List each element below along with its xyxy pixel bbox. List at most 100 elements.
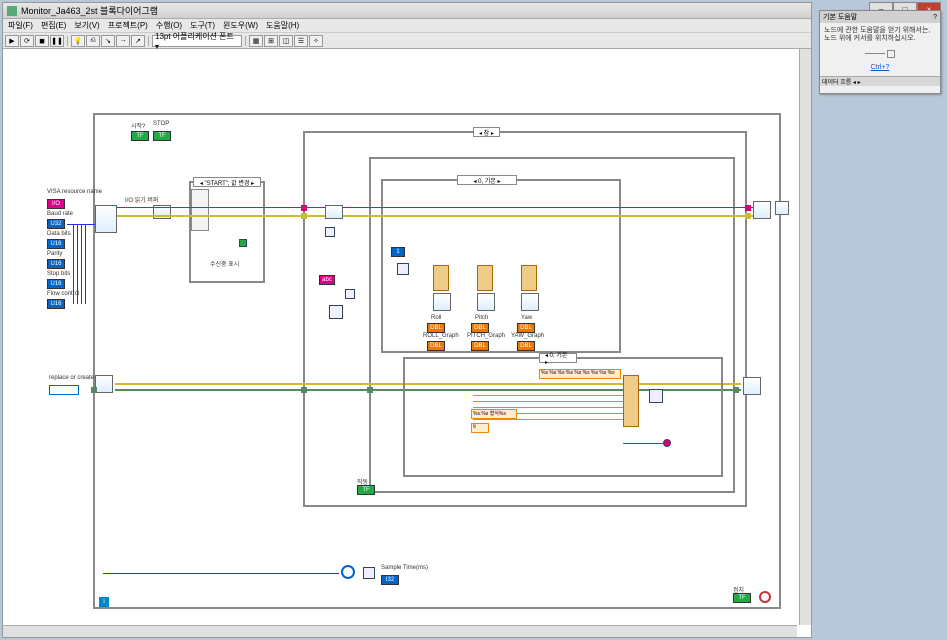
label-flow: Flow control bbox=[47, 291, 79, 297]
indicator-pitchg[interactable]: DBL bbox=[471, 341, 489, 351]
file-close-node[interactable] bbox=[743, 377, 761, 395]
feedback-node[interactable] bbox=[663, 439, 671, 447]
terminal-databits[interactable]: U16 bbox=[47, 239, 65, 249]
step-over-button[interactable]: → bbox=[116, 35, 130, 47]
write-text-node[interactable] bbox=[649, 389, 663, 403]
align-button[interactable]: ▦ bbox=[249, 35, 263, 47]
tunnel-5[interactable] bbox=[91, 387, 97, 393]
tunnel-4[interactable] bbox=[745, 213, 751, 219]
run-button[interactable]: ▶ bbox=[5, 35, 19, 47]
unbundle-node[interactable] bbox=[397, 263, 409, 275]
error-handler-node[interactable] bbox=[775, 201, 789, 215]
event-case-selector[interactable]: ◂ "START", 값 변경 ▸ bbox=[193, 177, 261, 187]
indicator-sampletime[interactable]: I32 bbox=[381, 575, 399, 585]
build-array-roll[interactable] bbox=[433, 293, 451, 311]
wait-ms-icon[interactable] bbox=[341, 565, 355, 579]
file-open-node[interactable] bbox=[95, 375, 113, 393]
string-const[interactable]: abc bbox=[319, 275, 335, 285]
font-selector[interactable]: 13pt 어플리케이션 폰트 ▾ bbox=[152, 35, 242, 47]
menu-file[interactable]: 파일(F) bbox=[5, 20, 36, 31]
loop-iteration: i bbox=[99, 597, 109, 607]
terminal-baud[interactable]: U32 bbox=[47, 219, 65, 229]
bundle-pitch[interactable] bbox=[477, 265, 493, 291]
seq-selector[interactable]: ◂ 0, 기본 ▸ bbox=[539, 353, 577, 363]
label-yaw: Yaw bbox=[521, 315, 532, 321]
indicator-yawg[interactable]: DBL bbox=[517, 341, 535, 351]
case-selector-true[interactable]: ◂ 참 ▸ bbox=[473, 127, 500, 137]
loop-condition[interactable] bbox=[759, 591, 771, 603]
build-array-yaw[interactable] bbox=[521, 293, 539, 311]
tunnel-3[interactable] bbox=[301, 213, 307, 219]
fname-format[interactable]: %s.%s 형식%s bbox=[471, 409, 517, 419]
tab-const[interactable]: \t bbox=[471, 423, 489, 433]
title-bar[interactable]: Monitor_Ja463_2st 블록다이어그램 bbox=[3, 3, 811, 19]
visa-wire bbox=[117, 207, 753, 208]
menu-window[interactable]: 윈도우(W) bbox=[220, 20, 261, 31]
format-into-string[interactable] bbox=[623, 375, 639, 427]
terminal-stop[interactable]: TF bbox=[153, 131, 171, 141]
indicator-running[interactable]: TF bbox=[357, 485, 375, 495]
scan-node[interactable] bbox=[329, 305, 343, 319]
tunnel-1[interactable] bbox=[301, 205, 307, 211]
menu-project[interactable]: 프로젝트(P) bbox=[105, 20, 151, 31]
indicator-roll[interactable]: DBL bbox=[427, 323, 445, 333]
highlight-button[interactable]: 💡 bbox=[71, 35, 85, 47]
terminal-flow[interactable]: U16 bbox=[47, 299, 65, 309]
distribute-button[interactable]: ⊞ bbox=[264, 35, 278, 47]
terminal-parity[interactable]: U16 bbox=[47, 259, 65, 269]
visa-configure-node[interactable] bbox=[95, 205, 117, 233]
abort-button[interactable]: ◼ bbox=[35, 35, 49, 47]
indicator-yaw[interactable]: DBL bbox=[517, 323, 535, 333]
label-subtitle: 수신중 표시 bbox=[210, 259, 239, 268]
wv3 bbox=[81, 224, 82, 304]
menu-help[interactable]: 도움말(H) bbox=[263, 20, 302, 31]
bundle-yaw[interactable] bbox=[521, 265, 537, 291]
context-help-window[interactable]: 기본 도움말 ? 노드에 관한 도움말을 얻기 위해서는, 노드 위에 커서를 … bbox=[819, 10, 941, 94]
label-visa: VISA resource name bbox=[47, 189, 102, 195]
case-structure-inner[interactable] bbox=[381, 179, 621, 353]
event-data-node[interactable] bbox=[191, 189, 209, 231]
format-string[interactable]: %s %s %s %s %s %s %s %s %s bbox=[539, 369, 621, 379]
menu-bar[interactable]: 파일(F) 편집(E) 보기(V) 프로젝트(P) 수행(O) 도구(T) 윈도… bbox=[3, 19, 811, 33]
build-array-pitch[interactable] bbox=[477, 293, 495, 311]
tunnel-6[interactable] bbox=[301, 387, 307, 393]
cleanup-button[interactable]: ✧ bbox=[309, 35, 323, 47]
terminal-stopbtn[interactable]: TF bbox=[733, 593, 751, 603]
indicator-rollg[interactable]: DBL bbox=[427, 341, 445, 351]
help-morelink[interactable]: Ctrl+? bbox=[824, 64, 936, 72]
menu-operate[interactable]: 수행(O) bbox=[153, 20, 185, 31]
step-into-button[interactable]: ↘ bbox=[101, 35, 115, 47]
scrollbar-horizontal[interactable] bbox=[3, 625, 797, 637]
reorder-button[interactable]: ☰ bbox=[294, 35, 308, 47]
terminal-start[interactable]: TF bbox=[131, 131, 149, 141]
label-parity: Parity bbox=[47, 251, 62, 257]
indicator-pitch[interactable]: DBL bbox=[471, 323, 489, 333]
compare-node[interactable] bbox=[345, 289, 355, 299]
retain-button[interactable]: ⎌ bbox=[86, 35, 100, 47]
menu-tools[interactable]: 도구(T) bbox=[187, 20, 218, 31]
bundle-roll[interactable] bbox=[433, 265, 449, 291]
resize-button[interactable]: ◫ bbox=[279, 35, 293, 47]
tunnel-7[interactable] bbox=[367, 387, 373, 393]
menu-edit[interactable]: 편집(E) bbox=[38, 20, 69, 31]
help-lock-icon[interactable]: ? bbox=[933, 14, 937, 21]
visa-close-node[interactable] bbox=[753, 201, 771, 219]
pause-button[interactable]: ❚❚ bbox=[50, 35, 64, 47]
tunnel-8[interactable] bbox=[733, 387, 739, 393]
label-baud: Baud rate bbox=[47, 211, 73, 217]
step-out-button[interactable]: ↗ bbox=[131, 35, 145, 47]
tunnel-2[interactable] bbox=[745, 205, 751, 211]
prop-node[interactable] bbox=[325, 227, 335, 237]
const-1[interactable]: 1 bbox=[391, 247, 405, 257]
led-indicator[interactable] bbox=[239, 239, 247, 247]
enum-replace[interactable] bbox=[49, 385, 79, 395]
block-diagram-canvas[interactable]: ◂ 참 ▸ ◂ 0, 기본 ▸ ◂ "START", 값 변경 ▸ 수신중 표시… bbox=[3, 49, 811, 637]
run-cont-button[interactable]: ⟳ bbox=[20, 35, 34, 47]
visa-bytes-node[interactable] bbox=[325, 205, 343, 219]
menu-view[interactable]: 보기(V) bbox=[71, 20, 102, 31]
wait-node[interactable] bbox=[363, 567, 375, 579]
terminal-visa[interactable]: I/O bbox=[47, 199, 65, 209]
terminal-stopbits[interactable]: U16 bbox=[47, 279, 65, 289]
case-selector-default[interactable]: ◂ 0, 기본 ▸ bbox=[457, 175, 517, 185]
scrollbar-vertical[interactable] bbox=[799, 49, 811, 625]
